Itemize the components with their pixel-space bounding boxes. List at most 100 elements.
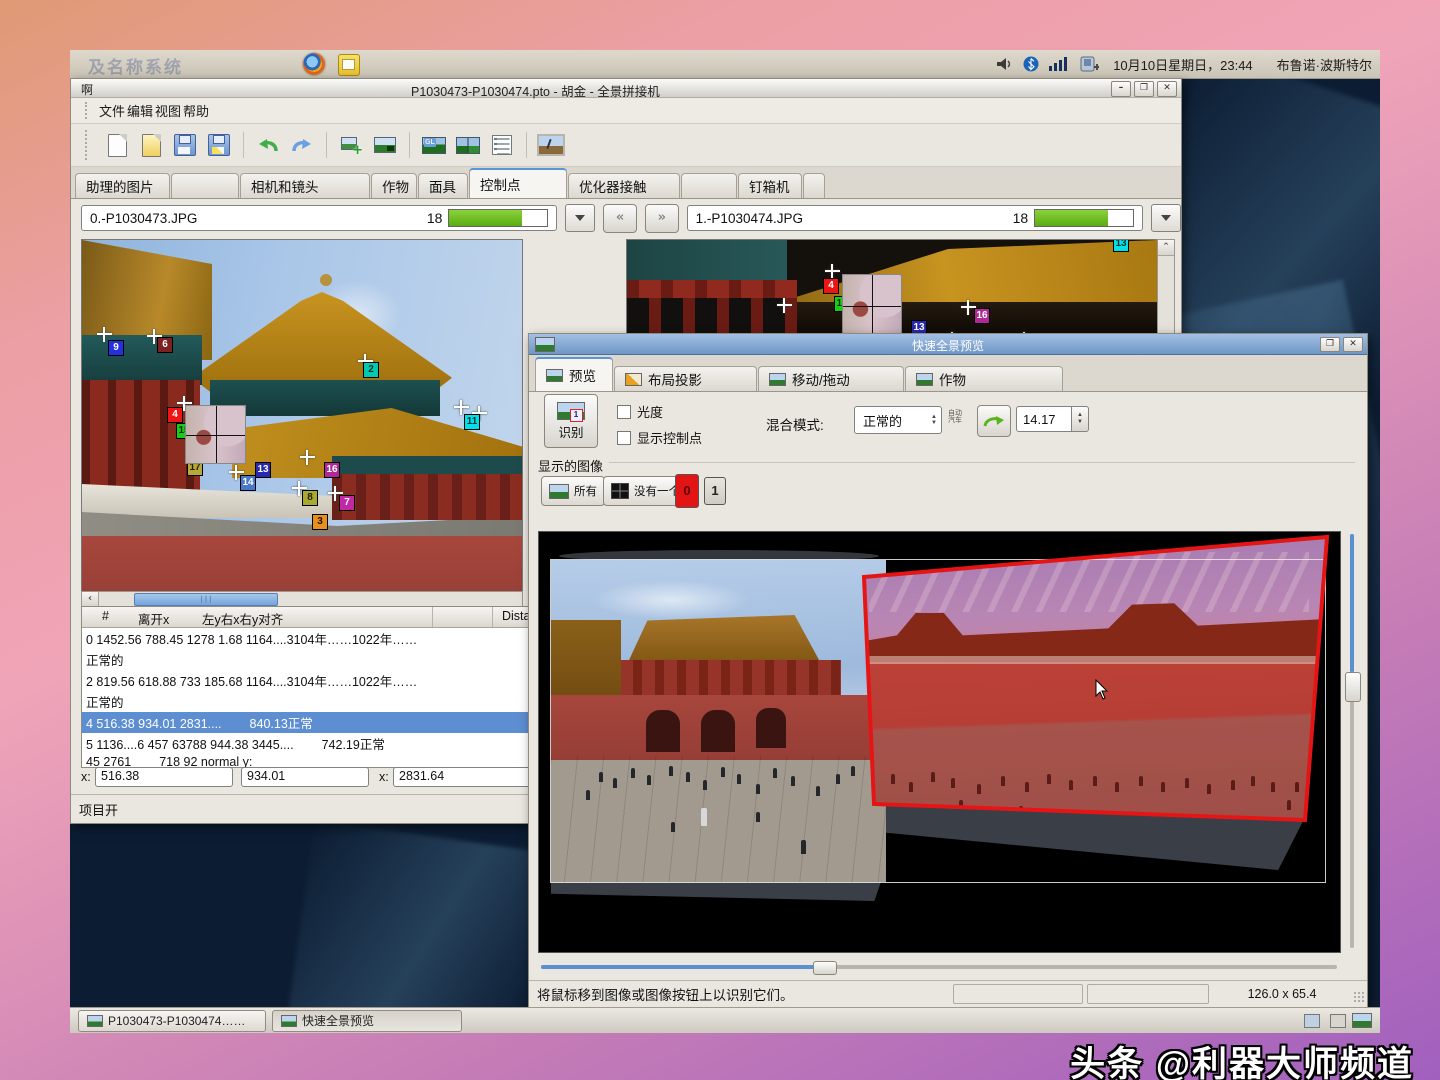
tab-钉箱机[interactable]: 钉箱机	[738, 173, 802, 198]
cp-marker-9[interactable]: 9	[108, 340, 124, 356]
notes-app-icon[interactable]	[338, 54, 360, 76]
next-pair-button[interactable]: »	[645, 204, 679, 233]
taskbar-item-1[interactable]: 快速全景预览	[272, 1010, 462, 1032]
tab-作物[interactable]: 作物	[371, 173, 417, 198]
add-images-button[interactable]	[336, 130, 366, 160]
y1-field[interactable]: 934.01	[241, 767, 369, 787]
hscroll-handle[interactable]	[134, 593, 278, 606]
photometrics-checkbox[interactable]: 光度	[617, 402, 663, 421]
minimize-button[interactable]: –	[1111, 81, 1131, 97]
cp-table-row-sub[interactable]: 正常的	[82, 649, 602, 670]
close-button[interactable]: ✕	[1343, 337, 1363, 352]
cp-table-row-2[interactable]: 4 516.38 934.01 2831....840.13正常	[82, 712, 602, 733]
maximize-button[interactable]: ❐	[1320, 337, 1340, 352]
tab-面具[interactable]: 面具	[418, 173, 468, 198]
tab-相机和镜头[interactable]: 相机和镜头	[240, 173, 370, 198]
cp-list-button[interactable]	[487, 130, 517, 160]
left-image-combo[interactable]: 0.-P1030473.JPG 18	[81, 205, 557, 231]
col-number[interactable]: #	[102, 609, 109, 623]
left-view-hscrollbar[interactable]: ‹	[81, 591, 523, 607]
menu-item-3[interactable]: 帮助	[182, 101, 210, 120]
signal-strength-icon[interactable]	[1049, 56, 1069, 72]
clock-date[interactable]: 10月10日星期日，23:44	[1113, 55, 1252, 74]
cp-marker-6[interactable]: 6	[157, 337, 173, 353]
save-button[interactable]	[170, 130, 200, 160]
preview-tab-布局投影[interactable]: 布局投影	[614, 366, 757, 391]
pager-desktop-2[interactable]	[1330, 1014, 1346, 1028]
x2-field[interactable]: 2831.64	[393, 767, 541, 787]
col-leftx[interactable]: 离开x	[138, 609, 169, 628]
cp-marker-4[interactable]: 4	[823, 278, 839, 294]
ev-spinner[interactable]: 14.17 ▲▼	[1016, 406, 1089, 432]
cp-marker-16[interactable]: 16	[974, 308, 990, 324]
cp-marker-3[interactable]: 3	[312, 514, 328, 530]
cp-marker-2[interactable]: 2	[363, 362, 379, 378]
battery-plug-icon[interactable]	[1079, 55, 1103, 73]
cp-marker-7[interactable]: 7	[339, 495, 355, 511]
blend-mode-dropdown[interactable]: 正常的 ▲▼	[854, 406, 942, 434]
prev-pair-button[interactable]: «	[603, 204, 637, 233]
cp-table-row-1[interactable]: 2 819.56 618.88 733 185.68 1164....3104年…	[82, 670, 602, 691]
slider-handle[interactable]	[1345, 672, 1361, 702]
show-cp-checkbox[interactable]: 显示控制点	[617, 428, 702, 447]
col-coords[interactable]: 左y右x右y对齐	[202, 609, 283, 628]
tab-控制点[interactable]: 控制点	[469, 168, 567, 198]
show-all-button[interactable]: 所有	[541, 476, 605, 506]
cp-marker-8[interactable]: 8	[302, 490, 318, 506]
redo-button[interactable]	[287, 130, 317, 160]
pager-desktop-1[interactable]	[1304, 1014, 1320, 1028]
tab-blank-1[interactable]	[171, 173, 239, 198]
maximize-button[interactable]: ❐	[1134, 81, 1154, 97]
tab-blank-7[interactable]	[681, 173, 737, 198]
close-button[interactable]: ✕	[1157, 81, 1177, 97]
checkbox-icon[interactable]	[617, 431, 631, 445]
cp-table-row-sub[interactable]: 正常的	[82, 691, 602, 712]
panorama-canvas[interactable]	[538, 531, 1341, 953]
scroll-up-arrow[interactable]: ⌃	[1158, 240, 1174, 256]
pitch-slider[interactable]	[1343, 534, 1361, 948]
identify-button[interactable]: 1 识别	[544, 394, 598, 448]
scroll-left-arrow[interactable]: ‹	[82, 592, 99, 606]
toolbar-drag-handle[interactable]	[85, 130, 92, 159]
cp-marker-4[interactable]: 4	[167, 407, 183, 423]
dropdown-stepper-icon[interactable]: ▲▼	[925, 414, 937, 426]
split-preview-button[interactable]	[453, 130, 483, 160]
image-toggle-0[interactable]: 0	[675, 474, 699, 508]
right-combo-dropdown[interactable]	[1151, 204, 1181, 232]
resize-grip[interactable]	[1353, 991, 1365, 1003]
tab-优化器接触[interactable]: 优化器接触	[568, 173, 680, 198]
cp-table-row-0[interactable]: 0 1452.56 788.45 1278 1.68 1164....3104年…	[82, 628, 602, 649]
cp-marker-13[interactable]: 13	[255, 462, 271, 478]
taskbar-item-0[interactable]: P1030473-P1030474……	[78, 1010, 266, 1032]
col-distance[interactable]: Dista	[502, 609, 530, 623]
add-photo-button[interactable]	[370, 130, 400, 160]
ev-value[interactable]: 14.17	[1016, 406, 1072, 432]
menu-item-0[interactable]: 文件	[98, 101, 126, 120]
menu-item-2[interactable]: 视图	[154, 101, 182, 120]
checkbox-icon[interactable]	[617, 405, 631, 419]
undo-button[interactable]	[253, 130, 283, 160]
open-file-button[interactable]	[136, 130, 166, 160]
cp-marker-16[interactable]: 16	[324, 462, 340, 478]
yaw-slider[interactable]	[541, 960, 1337, 974]
image-toggle-1[interactable]: 1	[704, 477, 726, 505]
cp-table-header[interactable]: # 离开x 左y右x右y对齐 Dista	[82, 607, 602, 628]
preview-tab-作物[interactable]: 作物	[905, 366, 1063, 391]
cp-table-row-4[interactable]: 45 2761718 92 normal y:	[82, 754, 602, 768]
preview-titlebar[interactable]: 快速全景预览 ❐ ✕	[529, 334, 1367, 355]
cp-marker-14[interactable]: 14	[240, 475, 256, 491]
left-combo-dropdown[interactable]	[565, 204, 595, 232]
new-file-button[interactable]	[102, 130, 132, 160]
preview-tab-预览[interactable]: 预览	[535, 357, 613, 391]
bluetooth-icon[interactable]	[1023, 56, 1039, 72]
tab-blank-9[interactable]	[803, 173, 825, 198]
save-as-button[interactable]	[204, 130, 234, 160]
cp-marker-13[interactable]: 13	[1113, 239, 1129, 252]
menu-item-1[interactable]: 编辑	[126, 101, 154, 120]
preview-frame-button[interactable]	[536, 130, 566, 160]
right-image-combo[interactable]: 1.-P1030474.JPG 18	[687, 205, 1144, 231]
slider-handle[interactable]	[813, 961, 837, 975]
main-titlebar[interactable]: 啊 P1030473-P1030474.pto - 胡金 - 全景拼接机 – ❐…	[71, 79, 1181, 98]
gl-preview-button[interactable]	[419, 130, 449, 160]
x1-field[interactable]: 516.38	[95, 767, 233, 787]
